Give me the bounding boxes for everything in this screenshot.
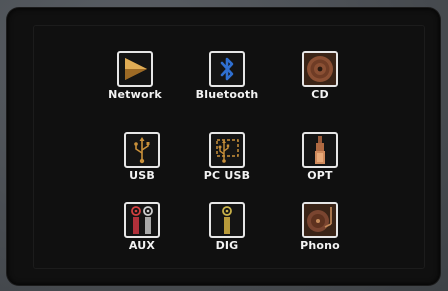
display-screen: Network Bluetooth CD USB PC USB OPT AUX … [7,8,440,285]
source-dig[interactable]: DIG [192,202,262,262]
source-label: CD [311,88,329,101]
source-pc-usb[interactable]: PC USB [192,132,262,192]
source-phono[interactable]: Phono [285,202,355,262]
pc-usb-icon [209,132,245,168]
network-icon [117,51,153,87]
turntable-icon [302,202,338,238]
source-label: Bluetooth [195,88,259,101]
source-cd[interactable]: CD [285,51,355,111]
source-label: DIG [215,239,239,252]
source-label: USB [129,169,155,182]
usb-icon [124,132,160,168]
source-aux[interactable]: AUX [107,202,177,262]
cd-icon [302,51,338,87]
optical-icon [302,132,338,168]
source-label: OPT [307,169,333,182]
source-opt[interactable]: OPT [285,132,355,192]
source-label: AUX [128,239,156,252]
aux-rca-icon [124,202,160,238]
source-usb[interactable]: USB [107,132,177,192]
source-label: Phono [300,239,340,252]
source-label: Network [108,88,162,101]
source-label: PC USB [203,169,251,182]
source-bluetooth[interactable]: Bluetooth [192,51,262,111]
source-grid: Network Bluetooth CD USB PC USB OPT AUX … [7,8,440,285]
bluetooth-icon [209,51,245,87]
digital-coax-icon [209,202,245,238]
source-network[interactable]: Network [100,51,170,111]
